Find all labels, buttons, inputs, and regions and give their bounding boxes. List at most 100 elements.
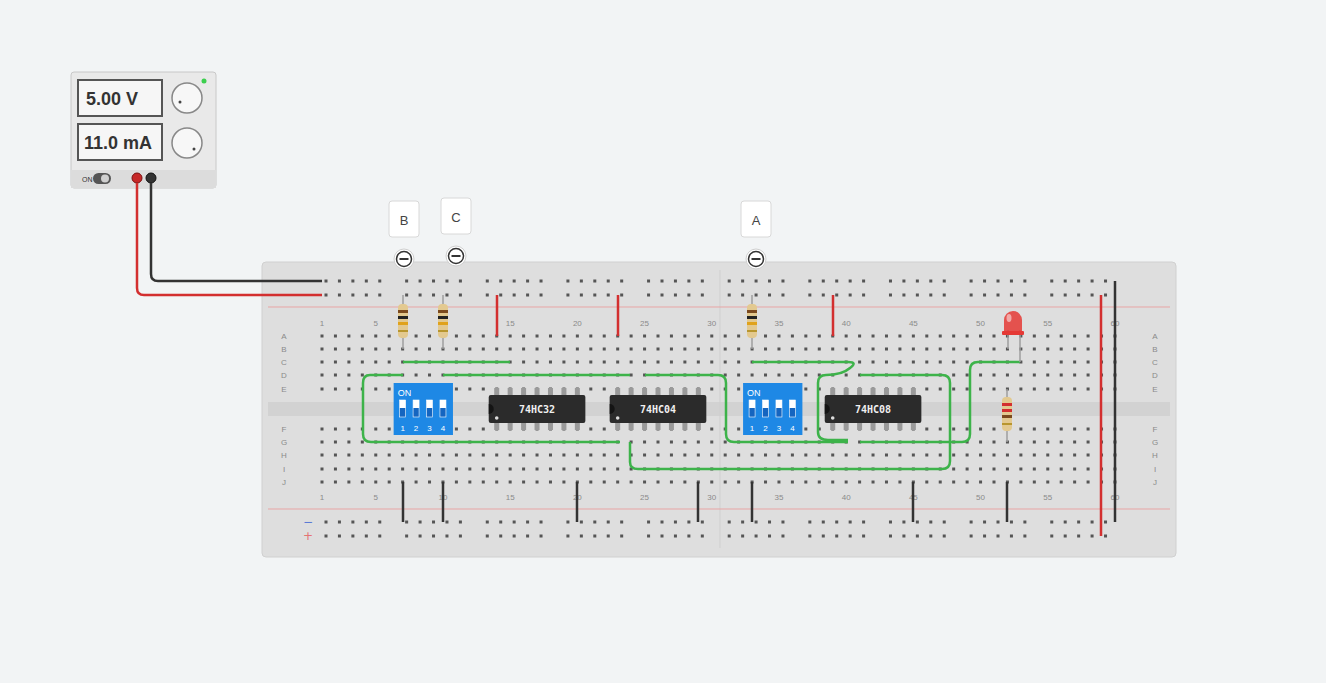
power-lead[interactable]: [137, 183, 322, 295]
dip-toggle[interactable]: 2: [413, 400, 419, 433]
column-number: 40: [842, 319, 851, 328]
column-number: 55: [1043, 319, 1052, 328]
row-letter: H: [1152, 451, 1158, 460]
resistor[interactable]: [398, 295, 408, 349]
voltage-knob-icon[interactable]: [172, 83, 202, 113]
row-letter: B: [281, 345, 286, 354]
signal-wire[interactable]: [443, 374, 630, 377]
resistor[interactable]: [438, 295, 448, 349]
negative-terminal-icon[interactable]: [146, 173, 156, 183]
ground-wire[interactable]: [442, 482, 445, 522]
row-letter: F: [282, 425, 287, 434]
switch-label: ON: [82, 176, 93, 183]
column-number: 50: [976, 493, 985, 502]
probe[interactable]: B: [389, 201, 419, 269]
probe-minus-icon: [449, 249, 464, 264]
signal-wire[interactable]: [363, 375, 620, 442]
dip-toggle[interactable]: 1: [400, 400, 406, 433]
row-letter: D: [281, 371, 287, 380]
column-number: 15: [506, 319, 515, 328]
chip-label: 74HC32: [519, 404, 555, 415]
row-letter: C: [1152, 358, 1158, 367]
ground-wire[interactable]: [751, 482, 754, 522]
row-letter: D: [1152, 371, 1158, 380]
dip-number: 4: [441, 424, 446, 433]
row-letter: I: [1154, 465, 1156, 474]
column-number: 1: [320, 493, 325, 502]
probe[interactable]: A: [741, 201, 771, 269]
probe[interactable]: C: [441, 198, 471, 266]
dip-switch[interactable]: ON 1234: [394, 383, 453, 435]
probe-minus-icon: [749, 252, 764, 267]
row-letter: I: [283, 465, 285, 474]
power-switch[interactable]: [93, 173, 111, 184]
row-letter: G: [1152, 438, 1158, 447]
column-number: 20: [573, 319, 582, 328]
signal-wire[interactable]: [403, 361, 510, 364]
column-number: 50: [976, 319, 985, 328]
row-letter: C: [281, 358, 287, 367]
dip-toggle[interactable]: 2: [763, 400, 769, 433]
circuit-drawing: 5.00 V11.0 mAON1510152025303540455055601…: [0, 0, 1326, 683]
column-number: 15: [506, 493, 515, 502]
probe-minus-icon: [397, 252, 412, 267]
chip-label: 74HC04: [640, 404, 676, 415]
column-number: 1: [320, 319, 325, 328]
row-letter: G: [281, 438, 287, 447]
dip-number: 1: [750, 424, 755, 433]
column-number: 25: [640, 493, 649, 502]
row-letter: J: [1153, 478, 1157, 487]
ground-wire[interactable]: [1006, 482, 1009, 522]
probe-label: A: [752, 213, 761, 228]
breadboard: 1510152025303540455055601510152025303540…: [262, 262, 1176, 557]
logic-chip[interactable]: 74HC04: [610, 388, 707, 430]
dip-switch[interactable]: ON 1234: [743, 383, 802, 435]
dip-on-label: ON: [747, 388, 761, 398]
probe-label: B: [400, 213, 409, 228]
logic-chip[interactable]: 74HC08: [825, 388, 922, 430]
column-number: 40: [842, 493, 851, 502]
current-knob-icon[interactable]: [172, 128, 202, 158]
power-wire[interactable]: [496, 295, 499, 336]
ground-lead[interactable]: [151, 183, 322, 281]
ground-wire[interactable]: [576, 482, 579, 522]
led[interactable]: [1002, 311, 1024, 362]
power-led-icon: [202, 79, 207, 84]
column-number: 25: [640, 319, 649, 328]
power-supply[interactable]: 5.00 V11.0 mAON: [71, 72, 216, 188]
power-wire[interactable]: [832, 295, 835, 336]
column-number: 45: [909, 319, 918, 328]
ground-wire[interactable]: [697, 482, 700, 522]
column-number: 5: [374, 319, 379, 328]
dip-toggle[interactable]: 3: [776, 400, 782, 433]
dip-number: 4: [790, 424, 795, 433]
row-letter: E: [1152, 385, 1157, 394]
dip-on-label: ON: [398, 388, 412, 398]
voltage-display: [78, 80, 162, 116]
column-number: 55: [1043, 493, 1052, 502]
dip-toggle[interactable]: 4: [789, 400, 795, 433]
ground-wire[interactable]: [912, 482, 915, 522]
dip-toggle[interactable]: 3: [427, 400, 433, 433]
row-letter: F: [1153, 425, 1158, 434]
resistor[interactable]: [1002, 389, 1012, 442]
circuit-canvas: 5.00 V11.0 mAON1510152025303540455055601…: [0, 0, 1326, 683]
logic-chip[interactable]: 74HC32: [489, 388, 586, 430]
ground-wire[interactable]: [1114, 281, 1117, 522]
column-number: 5: [374, 493, 379, 502]
row-letter: B: [1152, 345, 1157, 354]
dip-number: 3: [777, 424, 782, 433]
ground-wire[interactable]: [402, 482, 405, 522]
power-wire[interactable]: [1100, 295, 1103, 536]
probe-label: C: [451, 210, 460, 225]
current-reading: 11.0 mA: [84, 133, 152, 153]
dip-number: 3: [427, 424, 432, 433]
dip-toggle[interactable]: 1: [749, 400, 755, 433]
positive-rail-sign: +: [303, 529, 313, 543]
dip-toggle[interactable]: 4: [440, 400, 446, 433]
row-letter: A: [1152, 332, 1158, 341]
resistor[interactable]: [747, 295, 757, 349]
column-number: 35: [775, 319, 784, 328]
positive-terminal-icon[interactable]: [132, 173, 142, 183]
power-wire[interactable]: [617, 295, 620, 336]
